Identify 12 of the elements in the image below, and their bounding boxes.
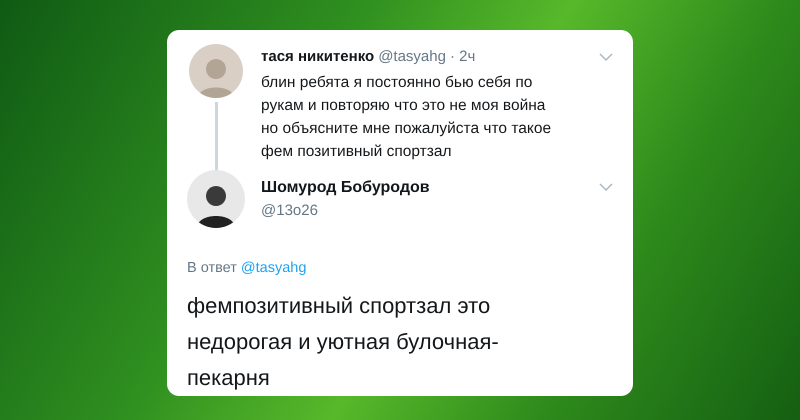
author-handle[interactable]: @13o26 — [261, 200, 318, 222]
author-handle[interactable]: @tasyahg — [378, 46, 446, 68]
avatar-silhouette-icon — [189, 44, 243, 98]
reply-text: фемпозитивный спортзал это недорогая и уютная булочная- пекарня — [187, 292, 500, 392]
mention-link[interactable]: @tasyahg — [240, 260, 306, 276]
author-name[interactable]: тася никитенко — [261, 46, 374, 68]
chevron-down-icon[interactable] — [599, 52, 613, 62]
author-name[interactable]: Шомурод Бобуродов — [261, 176, 430, 200]
reply-context: В ответ @tasyahg — [187, 259, 308, 278]
tweet-text: блин ребята я постоянно бью себя по рукам и повторяю что это не моя война но объясните мне пожалуйста что такое фем позитивный спортзал — [261, 72, 552, 162]
tweet-time: · 2ч — [450, 47, 476, 67]
chevron-down-icon[interactable] — [599, 183, 613, 192]
